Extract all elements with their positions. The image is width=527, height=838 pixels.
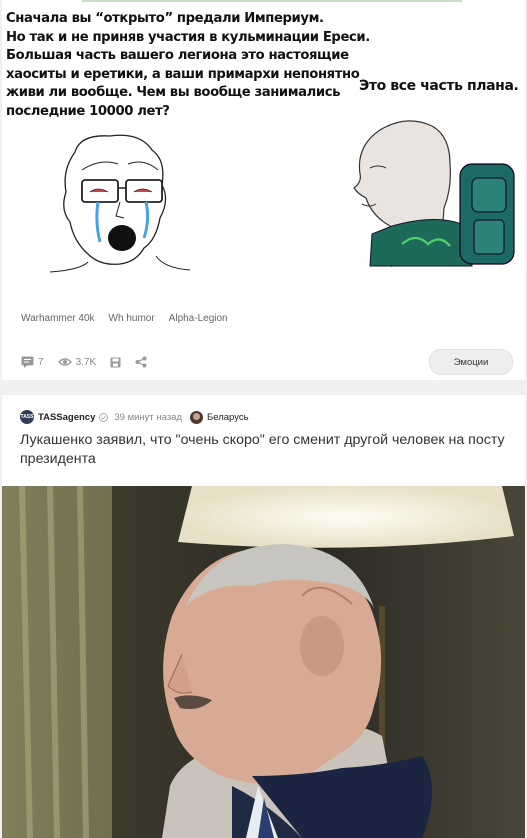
comments-count: 7: [38, 356, 44, 368]
community-icon: [190, 410, 204, 424]
post-title[interactable]: Лукашенко заявил, что "очень скоро" его …: [20, 431, 510, 469]
meme-line: Но так и не приняв участия в кульминации…: [6, 29, 370, 45]
meme-line: последние 10000 лет?: [6, 103, 170, 119]
meme-line: Большая часть вашего легиона это настоящ…: [6, 48, 349, 63]
tag-warhammer-40k[interactable]: Warhammer 40k: [21, 313, 95, 324]
news-photo: [2, 486, 525, 838]
tag-alpha-legion[interactable]: Alpha-Legion: [169, 313, 228, 324]
meme-image[interactable]: Сначала вы “открыто” предали Империум. Н…: [2, 4, 525, 294]
views-stat: 3.7K: [57, 356, 97, 368]
tag-wh-humor[interactable]: Wh humor: [109, 313, 155, 324]
author-link[interactable]: TASSagency: [38, 412, 95, 423]
post-photo[interactable]: [2, 486, 525, 838]
verified-icon: [99, 412, 109, 422]
meme-line: Сначала вы “открыто” предали Империум.: [6, 11, 324, 26]
share-button[interactable]: [135, 356, 147, 368]
save-icon: [110, 357, 121, 367]
meme-line: хаоситы и еретики, а ваши примархи непон…: [6, 66, 360, 82]
save-button[interactable]: [110, 357, 121, 368]
tag-list: Warhammer 40k Wh humor Alpha-Legion: [21, 313, 228, 324]
meme-right-text: Это все часть плана.: [359, 78, 519, 94]
top-divider: [82, 0, 462, 2]
eye-icon: [57, 358, 72, 366]
meme-line: живи ли вообще. Чем вы вообще занимались: [6, 85, 341, 100]
post-card-2: TASS TASSagency 39 минут назад Беларусь …: [2, 395, 525, 838]
share-icon: [135, 356, 147, 368]
avatar-logo-text: TASS: [20, 414, 34, 420]
post-time: 39 минут назад: [114, 411, 183, 423]
bald-man-drawing: [353, 120, 515, 268]
views-count: 3.7K: [75, 356, 97, 368]
tass-avatar[interactable]: TASS: [20, 410, 34, 424]
comments-button[interactable]: 7: [21, 356, 44, 368]
comment-icon: [21, 356, 34, 368]
community-link[interactable]: Беларусь: [207, 412, 249, 423]
post-meta: TASS TASSagency 39 минут назад Беларусь: [20, 410, 249, 424]
post-card-1: Сначала вы “открыто” предали Империум. Н…: [2, 0, 525, 380]
meme-left-text: Сначала вы “открыто” предали Империум. Н…: [6, 10, 370, 121]
post-actions: 7 3.7K Эмоции: [21, 348, 513, 376]
emotions-button[interactable]: Эмоции: [429, 349, 513, 375]
crying-wojak-drawing: [49, 134, 191, 273]
